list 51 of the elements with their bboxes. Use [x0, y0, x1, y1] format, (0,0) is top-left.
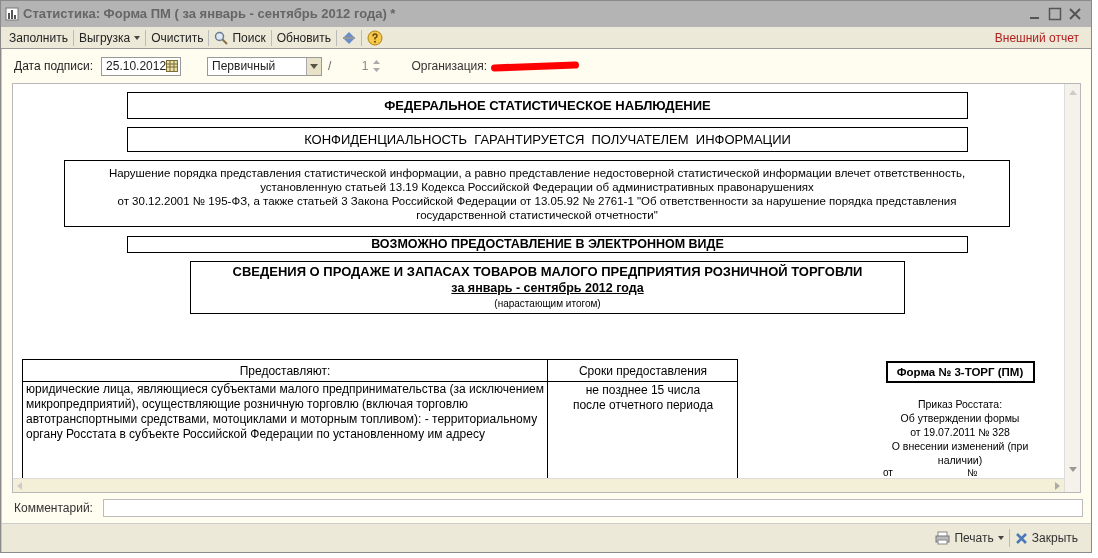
vertical-scrollbar[interactable] — [1064, 84, 1080, 492]
comment-field[interactable] — [102, 499, 1083, 517]
order-text: Приказ Росстата: Об утверждении формы от 19.07.2011 № 328 О внесении изменений (при наличии) — [890, 397, 1030, 467]
search-button[interactable]: Поиск — [210, 27, 270, 48]
close-button[interactable]: Закрыть — [1009, 528, 1083, 548]
form-heading: КОНФИДЕНЦИАЛЬНОСТЬ ГАРАНТИРУЕТСЯ ПОЛУЧАТЕЛЕМ ИНФОРМАЦИИ — [127, 126, 968, 153]
organization-label: Организация: — [411, 58, 488, 75]
notice-line: Нарушение порядка представления статистической информации, а равно представление недостоверной статистической информации влечет ответственность, — [108, 165, 966, 180]
column-header: Сроки предоставления — [548, 360, 738, 382]
collapse-icon[interactable] — [342, 29, 356, 46]
maximize-icon[interactable] — [1047, 6, 1063, 22]
spin-icon[interactable] — [372, 58, 382, 74]
date-field[interactable]: 25.10.2012 — [101, 56, 182, 76]
caret-icon — [997, 536, 1004, 540]
form-heading: ФЕДЕРАЛЬНОЕ СТАТИСТИЧЕСКОЕ НАБЛЮДЕНИЕ — [127, 92, 968, 119]
printer-icon — [935, 531, 951, 545]
caret-icon — [134, 35, 141, 40]
report-title: СВЕДЕНИЯ О ПРОДАЖЕ И ЗАПАСАХ ТОВАРОВ МАЛОГО ПРЕДПРИЯТИЯ РОЗНИЧНОЙ ТОРГОВЛИ — [232, 264, 863, 280]
toolbar-button[interactable]: Заполнить — [5, 27, 72, 48]
notice-line: от 30.12.2001 № 195-ФЗ, а также статьей 3 Закона Российской Федерации от 13.05.92 № 2761-1 "Об ответственности за нарушение порядка представления — [117, 193, 957, 208]
table-cell-text: не позднее 15 числа после отчетного периода — [571, 382, 715, 414]
report-period: за январь - сентябрь 2012 года — [451, 280, 644, 297]
column-header: Предоставляют: — [23, 360, 548, 382]
calendar-icon[interactable] — [166, 60, 179, 72]
menu-button[interactable]: Выгрузка — [74, 27, 145, 48]
toolbar-button[interactable]: Обновить — [272, 27, 335, 48]
report-note: (нарастающим итогом) — [494, 297, 601, 310]
report-icon — [5, 7, 19, 21]
notice-line: государственной статистической отчетности" — [416, 207, 658, 222]
close-icon — [1014, 531, 1028, 545]
number-field[interactable]: 1 — [337, 56, 382, 76]
field-label: № — [966, 467, 978, 478]
toolbar-button[interactable]: Очистить — [147, 27, 208, 48]
scroll-up-icon[interactable] — [1067, 88, 1078, 96]
window-title: Статистика: Форма ПМ ( за январь - сентябрь 2012 года) * — [23, 5, 396, 24]
print-button[interactable]: Печать — [930, 528, 1009, 548]
caret-icon — [310, 63, 319, 69]
separator-text: / — [328, 58, 332, 75]
scroll-down-icon[interactable] — [1067, 466, 1078, 474]
date-label: Дата подписи: — [14, 58, 94, 75]
horizontal-scrollbar[interactable] — [13, 478, 1064, 492]
search-icon — [214, 30, 229, 45]
external-report-link[interactable]: Внешний отчет — [994, 28, 1079, 47]
form-number: Форма № 3-ТОРГ (ПМ) — [885, 361, 1035, 383]
type-dropdown[interactable]: Первичный — [207, 56, 323, 76]
notice-line: установленную статьей 13.19 Кодекса Российской Федерации об административных правонарушениях — [260, 179, 814, 194]
help-icon[interactable] — [367, 29, 383, 46]
field-label: от — [883, 467, 893, 478]
close-icon[interactable] — [1067, 6, 1083, 22]
comment-label: Комментарий: — [14, 500, 93, 517]
form-heading: ВОЗМОЖНО ПРЕДОСТАВЛЕНИЕ В ЭЛЕКТРОННОМ ВИДЕ — [127, 236, 968, 253]
